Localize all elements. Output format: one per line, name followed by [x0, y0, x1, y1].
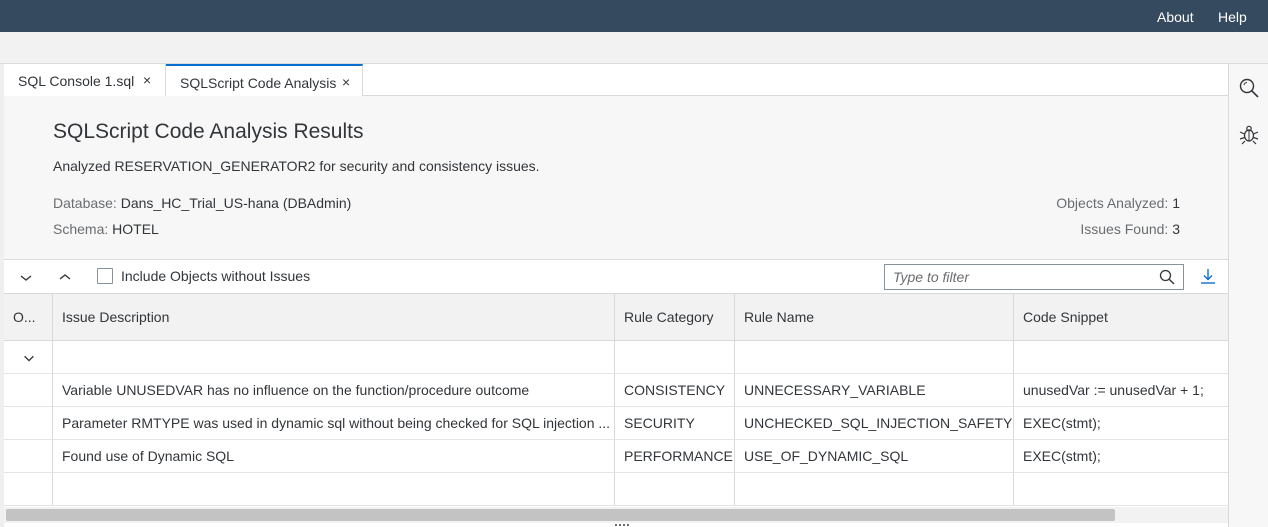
page-title: SQLScript Code Analysis Results: [53, 120, 364, 143]
table-header-row: O... Issue Description Rule Category Rul…: [4, 294, 1228, 341]
rule-name-cell: USE_OF_DYNAMIC_SQL: [735, 440, 1014, 472]
issues-label: Issues Found:: [1080, 221, 1169, 237]
group-cell: [1014, 341, 1228, 373]
issue-description-cell: Found use of Dynamic SQL: [53, 440, 615, 472]
chevron-down-icon[interactable]: [22, 351, 36, 365]
rule-name-cell: UNNECESSARY_VARIABLE: [735, 374, 1014, 406]
tab-sql-console[interactable]: SQL Console 1.sql ×: [4, 64, 166, 96]
help-link[interactable]: Help: [1218, 9, 1247, 25]
code-snippet-cell: unusedVar := unusedVar + 1;: [1023, 382, 1204, 398]
table-row[interactable]: Variable UNUSEDVAR has no influence on t…: [4, 374, 1228, 407]
issue-description-cell: Variable UNUSEDVAR has no influence on t…: [53, 374, 615, 406]
issues-found: Issues Found: 3: [1080, 221, 1180, 237]
tab-code-analysis[interactable]: SQLScript Code Analysis ×: [166, 64, 363, 96]
rule-category-cell: SECURITY: [615, 407, 735, 439]
issue-description-cell: Parameter RMTYPE was used in dynamic sql…: [53, 407, 615, 439]
search-objects-icon[interactable]: [1238, 77, 1260, 99]
issues-value: 3: [1172, 221, 1180, 237]
rule-name-cell: UNCHECKED_SQL_INJECTION_SAFETY: [735, 407, 1014, 439]
search-icon[interactable]: [1159, 269, 1175, 285]
horizontal-scrollbar[interactable]: [4, 507, 1228, 523]
code-snippet-cell: EXEC(stmt);: [1023, 448, 1101, 464]
shell-bar: About Help: [0, 0, 1268, 32]
tab-label: SQLScript Code Analysis: [180, 75, 337, 91]
schema-value: HOTEL: [112, 221, 159, 237]
scrollbar-thumb[interactable]: [6, 509, 1115, 521]
filter-input[interactable]: [893, 268, 1153, 286]
empty-cell: [4, 473, 53, 505]
table-toolbar: Include Objects without Issues: [4, 261, 1228, 293]
editor-tab-strip: SQL Console 1.sql × SQLScript Code Analy…: [4, 64, 1228, 96]
rule-category-cell: CONSISTENCY: [615, 374, 735, 406]
table-row[interactable]: Found use of Dynamic SQL PERFORMANCE USE…: [4, 440, 1228, 473]
column-header-object[interactable]: O...: [4, 294, 53, 340]
empty-cell: [735, 473, 1014, 505]
chevron-down-icon[interactable]: [18, 269, 34, 285]
tab-label: SQL Console 1.sql: [18, 73, 135, 89]
database-info: Database: Dans_HC_Trial_US-hana (DBAdmin…: [53, 195, 351, 211]
group-cell: [735, 341, 1014, 373]
table-row[interactable]: Parameter RMTYPE was used in dynamic sql…: [4, 407, 1228, 440]
group-cell: [53, 341, 615, 373]
objects-value: 1: [1172, 195, 1180, 211]
editor-area: SQL Console 1.sql × SQLScript Code Analy…: [4, 64, 1228, 527]
code-snippet-cell: EXEC(stmt);: [1023, 415, 1101, 431]
right-side-panel: [1228, 64, 1268, 527]
empty-cell: [1014, 473, 1228, 505]
debug-icon[interactable]: [1238, 123, 1260, 145]
database-value: Dans_HC_Trial_US-hana (DBAdmin): [120, 195, 352, 211]
resize-handle[interactable]: [615, 523, 629, 527]
group-toggle[interactable]: [4, 341, 53, 373]
objects-label: Objects Analyzed:: [1056, 195, 1169, 211]
objects-analyzed: Objects Analyzed: 1: [1056, 195, 1180, 211]
object-cell: [4, 440, 53, 472]
object-cell: [4, 407, 53, 439]
results-table: O... Issue Description Rule Category Rul…: [4, 293, 1228, 507]
column-header-rule-name[interactable]: Rule Name: [735, 294, 1014, 340]
analysis-description: Analyzed RESERVATION_GENERATOR2 for secu…: [53, 158, 540, 174]
database-label: Database:: [53, 195, 117, 211]
group-row[interactable]: [4, 341, 1228, 374]
empty-row: [4, 473, 1228, 506]
filter-field[interactable]: [884, 264, 1184, 290]
group-cell: [615, 341, 735, 373]
chevron-up-icon[interactable]: [57, 269, 73, 285]
column-header-rule-category[interactable]: Rule Category: [615, 294, 735, 340]
schema-info: Schema: HOTEL: [53, 221, 159, 237]
include-objects-label: Include Objects without Issues: [121, 268, 311, 284]
empty-cell: [53, 473, 615, 505]
analysis-header: SQLScript Code Analysis Results Analyzed…: [4, 96, 1228, 260]
schema-label: Schema:: [53, 221, 109, 237]
close-icon[interactable]: ×: [342, 74, 350, 90]
object-cell: [4, 374, 53, 406]
include-objects-checkbox[interactable]: [97, 268, 113, 284]
secondary-toolbar: [0, 32, 1268, 64]
rule-category-cell: PERFORMANCE: [615, 440, 735, 472]
column-header-issue-description[interactable]: Issue Description: [53, 294, 615, 340]
column-header-code-snippet[interactable]: Code Snippet: [1014, 294, 1228, 340]
about-link[interactable]: About: [1157, 9, 1194, 25]
empty-cell: [615, 473, 735, 505]
close-icon[interactable]: ×: [143, 72, 151, 88]
download-icon[interactable]: [1200, 268, 1216, 284]
